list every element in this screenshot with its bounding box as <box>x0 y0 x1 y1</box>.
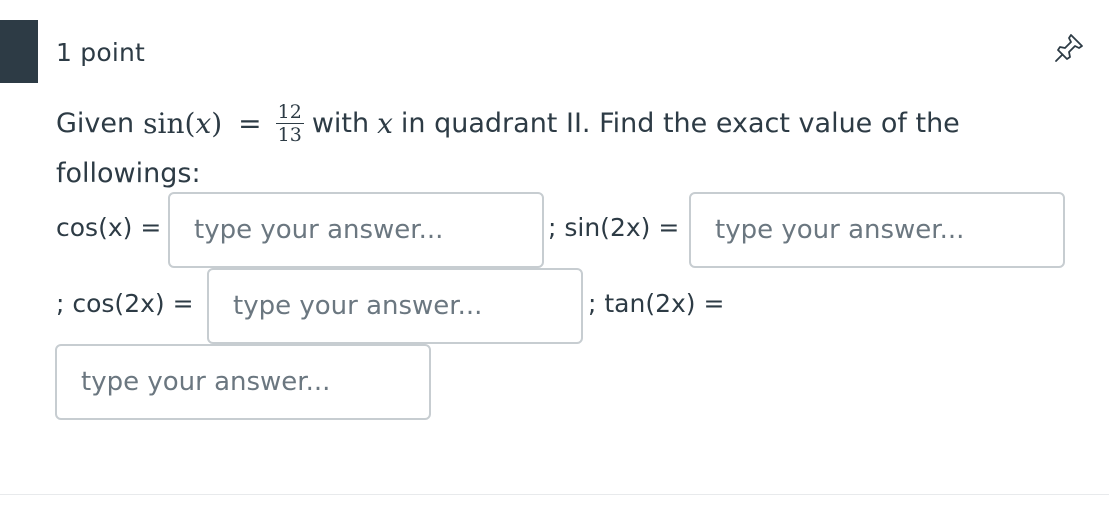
math-open-paren: ( <box>184 106 196 140</box>
cos-x-label: cos(x) = <box>56 213 162 242</box>
math-fraction: 12 13 <box>275 100 304 146</box>
cos-x-answer-input[interactable] <box>168 192 544 268</box>
question-line-2: followings: <box>56 157 201 189</box>
question-text-line-1: Given sin(x) = 12 13 with x in quadrant … <box>56 98 960 148</box>
math-close-paren: ) <box>211 106 223 140</box>
bottom-divider <box>0 494 1109 495</box>
math-sin: sin <box>143 106 185 140</box>
points-label: 1 point <box>56 38 146 67</box>
question-intro: Given <box>56 107 135 139</box>
pushpin-icon[interactable] <box>1052 31 1086 65</box>
math-variable-x: x <box>195 106 212 140</box>
math-variable-x-second: x <box>377 106 393 140</box>
question-rest: in quadrant II. Find the exact value of … <box>400 107 960 139</box>
tan-2x-label: ; tan(2x) = <box>588 289 725 318</box>
question-text-line-2: followings: <box>56 148 201 198</box>
sin-2x-answer-input[interactable] <box>689 192 1065 268</box>
cos-2x-label: ; cos(2x) = <box>56 289 194 318</box>
sin-2x-label: ; sin(2x) = <box>548 213 680 242</box>
tan-2x-answer-input[interactable] <box>55 344 431 420</box>
question-with: with <box>311 107 370 139</box>
fraction-numerator: 12 <box>275 100 304 124</box>
cos-2x-answer-input[interactable] <box>207 268 583 344</box>
question-accent-bar <box>0 20 38 83</box>
math-equals: = <box>238 106 262 140</box>
fraction-denominator: 13 <box>277 123 302 146</box>
